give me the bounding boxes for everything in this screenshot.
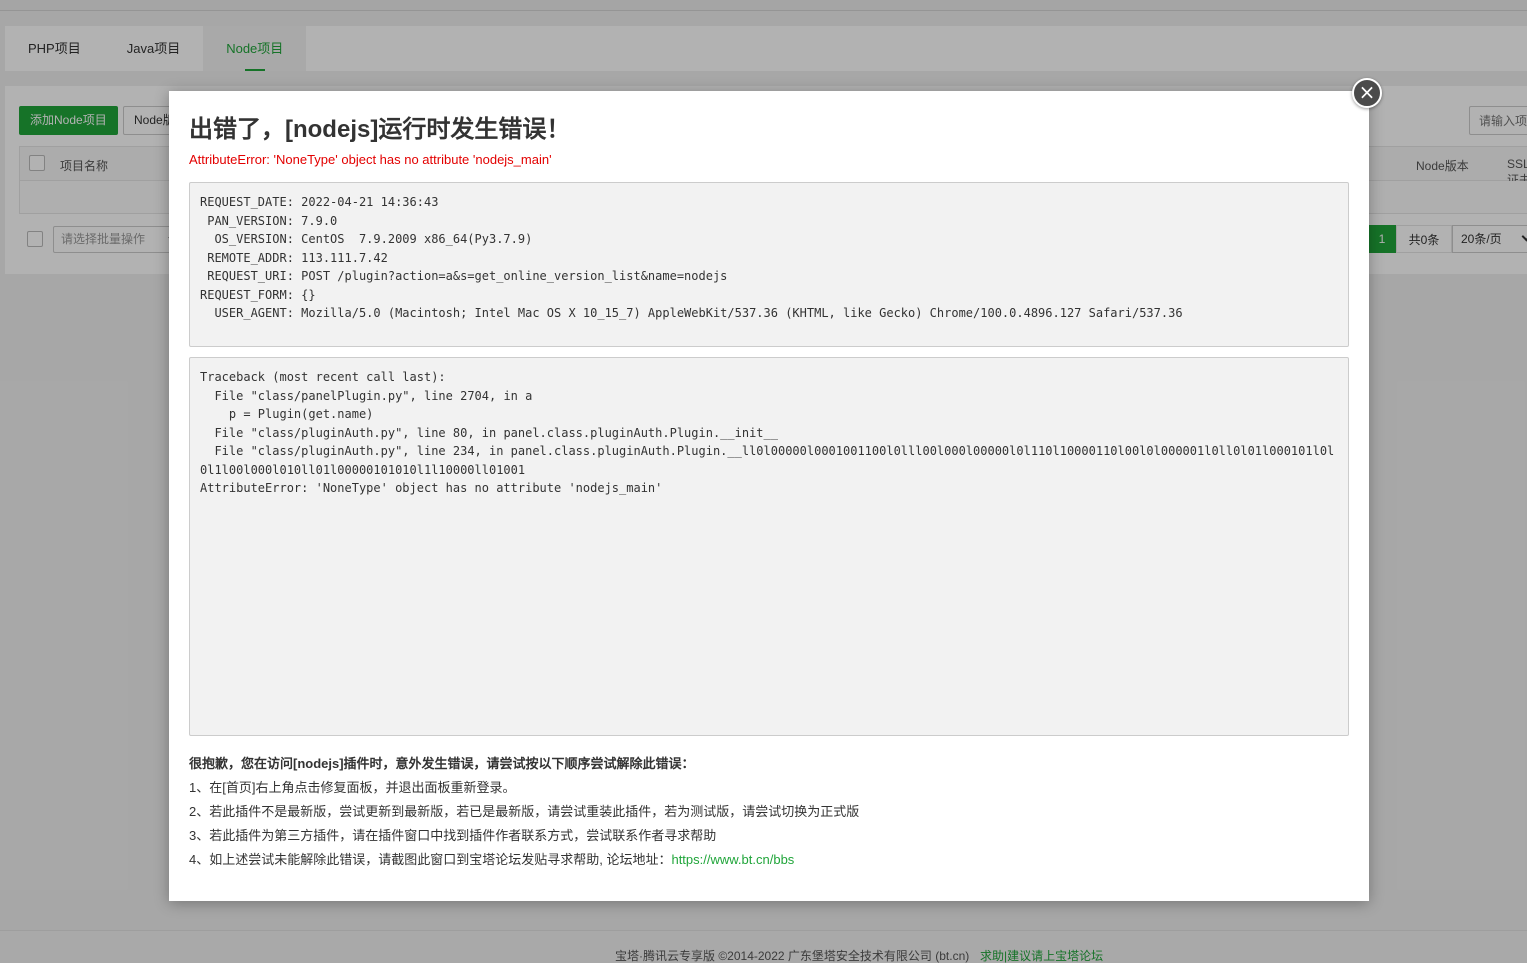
close-icon[interactable]: ×	[1352, 78, 1382, 108]
help-step-3: 3、若此插件为第三方插件，请在插件窗口中找到插件作者联系方式，尝试联系作者寻求帮…	[189, 828, 717, 843]
help-step-1: 1、在[首页]右上角点击修复面板，并退出面板重新登录。	[189, 780, 516, 795]
error-modal: 出错了，[nodejs]运行时发生错误！ AttributeError: 'No…	[169, 91, 1369, 901]
modal-title: 出错了，[nodejs]运行时发生错误！	[189, 116, 571, 143]
help-step-4: 4、如上述尝试未能解除此错误，请截图此窗口到宝塔论坛发贴寻求帮助, 论坛地址：h…	[189, 848, 1349, 872]
help-step-4-text: 4、如上述尝试未能解除此错误，请截图此窗口到宝塔论坛发贴寻求帮助, 论坛地址：	[189, 852, 672, 867]
forum-link[interactable]: https://www.bt.cn/bbs	[671, 852, 794, 867]
help-step-2: 2、若此插件不是最新版，尝试更新到最新版，若已是最新版，请尝试重装此插件，若为测…	[189, 804, 860, 819]
help-section: 很抱歉，您在访问[nodejs]插件时，意外发生错误，请尝试按以下顺序尝试解除此…	[189, 752, 1349, 872]
help-title: 很抱歉，您在访问[nodejs]插件时，意外发生错误，请尝试按以下顺序尝试解除此…	[189, 756, 695, 771]
error-message: AttributeError: 'NoneType' object has no…	[189, 152, 552, 167]
traceback-box: Traceback (most recent call last): File …	[189, 357, 1349, 736]
request-info-box: REQUEST_DATE: 2022-04-21 14:36:43 PAN_VE…	[189, 182, 1349, 347]
